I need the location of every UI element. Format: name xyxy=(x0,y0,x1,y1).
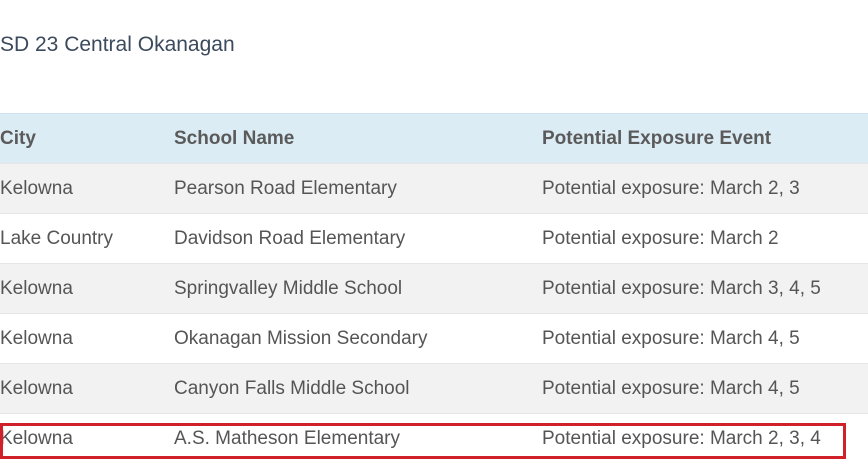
header-school-name[interactable]: School Name xyxy=(174,114,542,164)
cell-city: Kelowna xyxy=(0,277,73,299)
cell-school-name: Pearson Road Elementary xyxy=(174,177,397,199)
cell-exposure-event: Potential exposure: March 2, 3 xyxy=(542,177,800,199)
table-body: Kelowna Pearson Road Elementary Potentia… xyxy=(0,163,868,464)
cell-school-name: A.S. Matheson Elementary xyxy=(174,427,400,449)
cell-exposure-event: Potential exposure: March 4, 5 xyxy=(542,327,800,349)
cell-city: Kelowna xyxy=(0,177,73,199)
cell-school-name: Okanagan Mission Secondary xyxy=(174,327,428,349)
table-row-highlighted: Kelowna A.S. Matheson Elementary Potenti… xyxy=(0,413,868,464)
page: SD 23 Central Okanagan City School Name … xyxy=(0,0,868,468)
table-row: Kelowna Springvalley Middle School Poten… xyxy=(0,263,868,314)
cell-city: Lake Country xyxy=(0,227,114,249)
cell-school-name: Davidson Road Elementary xyxy=(174,227,406,249)
table-row: Lake Country Davidson Road Elementary Po… xyxy=(0,213,868,264)
district-title: SD 23 Central Okanagan xyxy=(0,33,235,56)
cell-exposure-event: Potential exposure: March 3, 4, 5 xyxy=(542,277,821,299)
header-city[interactable]: City xyxy=(0,114,174,164)
cell-city: Kelowna xyxy=(0,377,73,399)
cell-school-name: Canyon Falls Middle School xyxy=(174,377,410,399)
cell-city: Kelowna xyxy=(0,327,73,349)
table-row: Kelowna Canyon Falls Middle School Poten… xyxy=(0,363,868,414)
cell-city: Kelowna xyxy=(0,427,73,449)
table-row: Kelowna Okanagan Mission Secondary Poten… xyxy=(0,313,868,364)
table-header: City School Name Potential Exposure Even… xyxy=(0,113,868,164)
cell-exposure-event: Potential exposure: March 2, 3, 4 xyxy=(542,427,821,449)
cell-school-name: Springvalley Middle School xyxy=(174,277,403,299)
table-row: Kelowna Pearson Road Elementary Potentia… xyxy=(0,163,868,214)
header-exposure-event[interactable]: Potential Exposure Event xyxy=(542,114,868,164)
cell-exposure-event: Potential exposure: March 4, 5 xyxy=(542,377,800,399)
exposure-table: City School Name Potential Exposure Even… xyxy=(0,113,868,464)
cell-exposure-event: Potential exposure: March 2 xyxy=(542,227,779,249)
table-header-row: City School Name Potential Exposure Even… xyxy=(0,113,868,164)
